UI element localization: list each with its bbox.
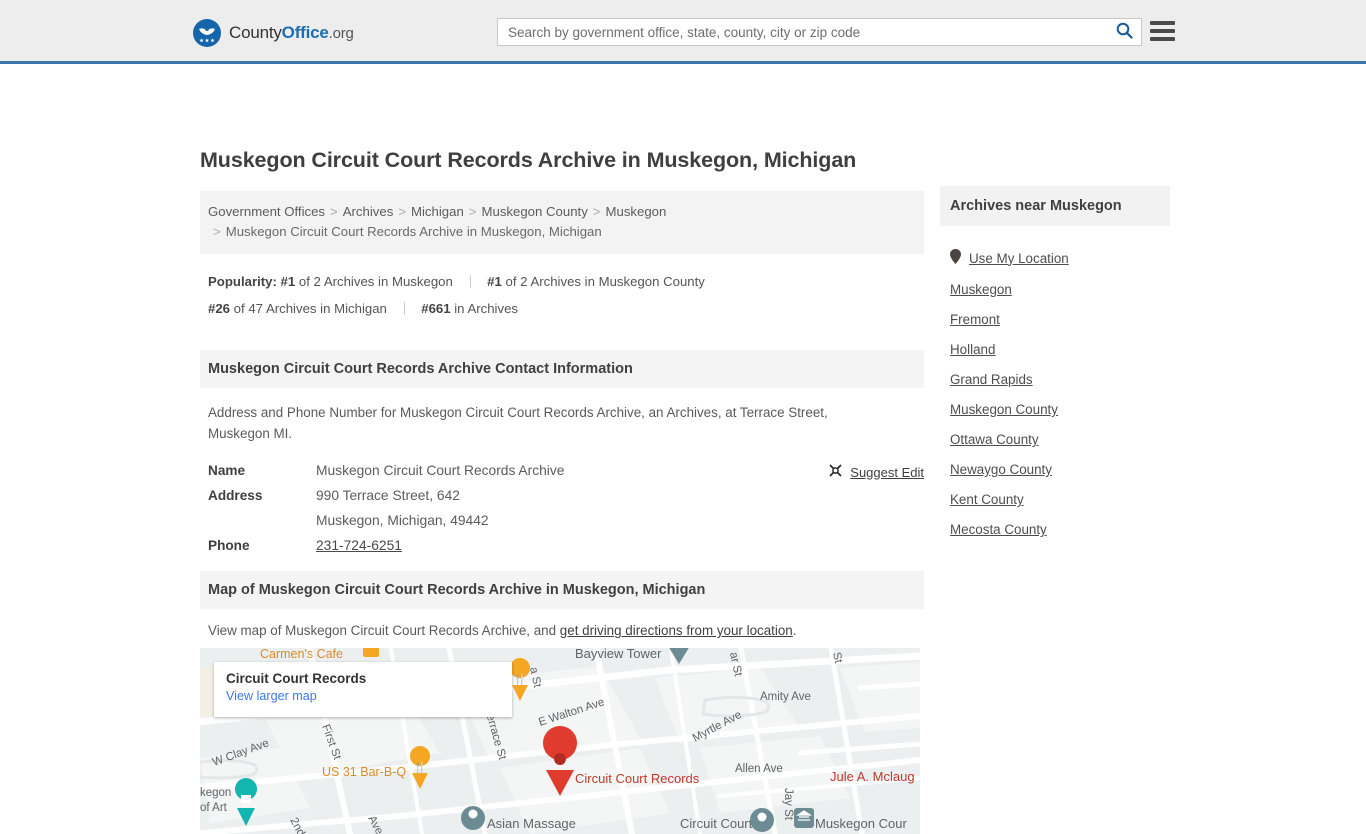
search-input[interactable]	[498, 19, 1107, 45]
map-poi-circuit-court	[750, 808, 774, 832]
detail-label: Phone	[208, 538, 250, 553]
menu-button[interactable]	[1150, 21, 1175, 41]
site-header: CountyOffice.org	[0, 0, 1366, 64]
sidebar-item-grand-rapids[interactable]: Grand Rapids	[950, 372, 1160, 387]
map-main-marker	[543, 726, 578, 796]
breadcrumb: Government Offices > Archives > Michigan > Mus…	[200, 191, 924, 254]
detail-row-address: Address 990 Terrace Street, 642	[208, 485, 916, 503]
popularity-item-0: #1 of 2 Archives in Muskegon	[280, 274, 453, 289]
sidebar-item-muskegon[interactable]: Muskegon	[950, 282, 1160, 297]
map-section-heading: Map of Muskegon Circuit Court Records Ar…	[200, 571, 924, 609]
detail-label	[208, 510, 316, 513]
phone-link[interactable]: 231-724-6251	[316, 535, 402, 553]
map-poi-muskegon-county	[794, 808, 814, 828]
sidebar-list: Use My Location Muskegon Fremont Holland…	[940, 226, 1170, 537]
popularity-item-3: #661 in Archives	[421, 301, 519, 316]
map-poi-bayview	[669, 648, 689, 664]
popularity-item-1: #1 of 2 Archives in Muskegon County	[487, 274, 705, 289]
map-note-prefix: View map of Muskegon Circuit Court Recor…	[208, 623, 560, 638]
hamburger-bar-3	[1150, 37, 1175, 41]
view-larger-map-link[interactable]: View larger map	[226, 689, 500, 703]
detail-row-address-line2: Muskegon, Michigan, 49442	[208, 510, 916, 528]
svg-text:🍴: 🍴	[513, 673, 527, 686]
map-poi-cafe	[363, 648, 379, 657]
popularity-item-2: #26 of 47 Archives in Michigan	[208, 301, 387, 316]
detail-row-phone: Phone 231-724-6251	[208, 535, 916, 553]
sidebar: Archives near Muskegon Use My Location M…	[940, 186, 1170, 537]
sidebar-link[interactable]: Muskegon County	[950, 402, 1058, 417]
search-bar[interactable]	[497, 18, 1142, 46]
suggest-edit-label: Suggest Edit	[850, 464, 924, 480]
logo-text: CountyOffice.org	[229, 23, 354, 43]
breadcrumb-item-1[interactable]: Archives	[343, 204, 394, 219]
breadcrumb-separator: >	[592, 204, 601, 219]
logo-text-org: .org	[328, 25, 354, 42]
map-info-card[interactable]: Circuit Court Records View larger map	[214, 662, 512, 717]
hamburger-bar-1	[1150, 21, 1175, 25]
popularity-section: Popularity: #1 of 2 Archives in Muskegon…	[200, 254, 924, 328]
popularity-label: Popularity:	[208, 274, 277, 289]
use-my-location-link[interactable]: Use My Location	[969, 251, 1069, 266]
driving-directions-link[interactable]: get driving directions from your locatio…	[560, 623, 793, 638]
contact-details-table: Suggest Edit Name Muskegon Circuit Court…	[200, 460, 924, 553]
suggest-edit-icon	[828, 463, 843, 481]
sidebar-item-mecosta-county[interactable]: Mecosta County	[950, 522, 1160, 537]
site-logo[interactable]: CountyOffice.org	[192, 18, 354, 48]
breadcrumb-item-0[interactable]: Government Offices	[208, 204, 325, 219]
map-note-suffix: .	[792, 623, 797, 638]
popularity-divider	[403, 302, 405, 315]
map-poi-asian-massage	[461, 806, 485, 830]
logo-text-county: County	[229, 23, 282, 42]
search-button[interactable]	[1107, 19, 1141, 45]
breadcrumb-separator: >	[330, 204, 338, 219]
detail-value: Muskegon Circuit Court Records Archive	[316, 463, 565, 478]
sidebar-link[interactable]: Fremont	[950, 312, 1000, 327]
map-poi-restaurant-1: 🍴	[510, 658, 531, 701]
map-poi-museum	[235, 778, 258, 826]
breadcrumb-item-3[interactable]: Muskegon County	[482, 204, 588, 219]
page-title: Muskegon Circuit Court Records Archive i…	[200, 148, 857, 172]
sidebar-item-ottawa-county[interactable]: Ottawa County	[950, 432, 1160, 447]
sidebar-link[interactable]: Kent County	[950, 492, 1024, 507]
detail-value: Muskegon, Michigan, 49442	[316, 513, 489, 528]
sidebar-link[interactable]: Ottawa County	[950, 432, 1039, 447]
sidebar-heading: Archives near Muskegon	[940, 186, 1170, 226]
breadcrumb-separator: >	[398, 204, 407, 219]
contact-section-heading: Muskegon Circuit Court Records Archive C…	[200, 350, 924, 388]
map-card-title: Circuit Court Records	[226, 671, 367, 686]
contact-blurb: Address and Phone Number for Muskegon Ci…	[208, 405, 828, 441]
sidebar-link[interactable]: Mecosta County	[950, 522, 1047, 537]
map-pin-icon	[950, 249, 961, 267]
breadcrumb-separator: >	[213, 224, 221, 239]
detail-label: Name	[208, 463, 246, 478]
map-container[interactable]: .ml{ font-family:"Liberation Sans", sans…	[200, 648, 920, 834]
breadcrumb-item-4[interactable]: Muskegon	[606, 204, 667, 219]
sidebar-link[interactable]: Newaygo County	[950, 462, 1052, 477]
logo-text-office: Office	[281, 23, 329, 42]
detail-label: Address	[208, 488, 263, 503]
detail-value: 990 Terrace Street, 642	[316, 488, 460, 503]
sidebar-link[interactable]: Grand Rapids	[950, 372, 1033, 387]
sidebar-item-fremont[interactable]: Fremont	[950, 312, 1160, 327]
sidebar-item-kent-county[interactable]: Kent County	[950, 492, 1160, 507]
sidebar-link[interactable]: Holland	[950, 342, 995, 357]
popularity-divider	[469, 275, 471, 288]
sidebar-link[interactable]: Muskegon	[950, 282, 1012, 297]
detail-row-name: Name Muskegon Circuit Court Records Arch…	[208, 460, 916, 478]
main-content: Muskegon Circuit Court Records Archive i…	[200, 148, 924, 834]
map-note: View map of Muskegon Circuit Court Recor…	[200, 609, 924, 648]
suggest-edit-button[interactable]: Suggest Edit	[828, 463, 924, 481]
breadcrumb-separator: >	[468, 204, 477, 219]
sidebar-item-use-my-location[interactable]: Use My Location	[950, 249, 1160, 267]
countyoffice-eagle-logo-icon	[192, 18, 222, 48]
breadcrumb-item-2[interactable]: Michigan	[411, 204, 464, 219]
sidebar-item-newaygo-county[interactable]: Newaygo County	[950, 462, 1160, 477]
hamburger-bar-2	[1150, 29, 1175, 33]
sidebar-item-muskegon-county[interactable]: Muskegon County	[950, 402, 1160, 417]
breadcrumb-current: Muskegon Circuit Court Records Archive i…	[225, 224, 602, 239]
search-icon	[1116, 22, 1133, 42]
sidebar-item-holland[interactable]: Holland	[950, 342, 1160, 357]
